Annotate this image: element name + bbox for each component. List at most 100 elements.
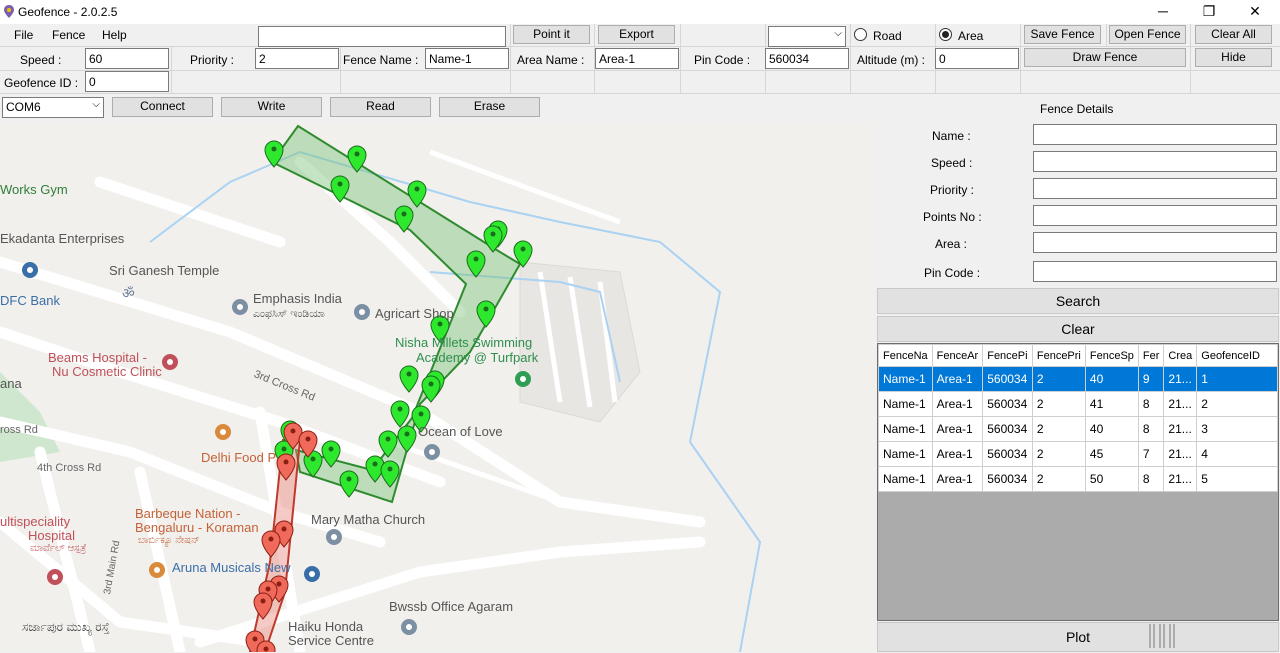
open-fence-button[interactable]: Open Fence xyxy=(1109,25,1186,44)
column-header[interactable]: Crea xyxy=(1163,344,1198,367)
detail-points-input[interactable] xyxy=(1033,205,1277,226)
area-name-input[interactable] xyxy=(595,48,679,69)
detail-area-input[interactable] xyxy=(1033,232,1277,253)
plot-button[interactable]: Plot xyxy=(877,622,1279,652)
geofence-id-label: Geofence ID : xyxy=(4,76,79,90)
fence-table[interactable]: FenceNa FenceAr FencePi FencePri FenceSp… xyxy=(877,343,1279,621)
menu-help[interactable]: Help xyxy=(102,28,127,42)
pin-dot-icon xyxy=(385,436,391,442)
column-header[interactable]: FencePi xyxy=(982,344,1033,367)
detail-priority-input[interactable] xyxy=(1033,178,1277,199)
com-port-select[interactable]: COM6 ⌵ xyxy=(2,97,104,118)
detail-name-input[interactable] xyxy=(1033,124,1277,145)
table-cell: 21... xyxy=(1163,391,1198,417)
map-pin-icon[interactable] xyxy=(347,145,367,173)
menu-file[interactable]: File xyxy=(14,28,33,42)
column-header[interactable]: FenceAr xyxy=(931,344,984,367)
resize-grip-icon xyxy=(1146,622,1178,650)
table-cell: 21... xyxy=(1163,416,1198,442)
map-pin-icon[interactable] xyxy=(513,240,533,268)
column-header[interactable]: FenceNa xyxy=(878,344,933,367)
map-pin-icon[interactable] xyxy=(276,453,296,481)
point-it-button[interactable]: Point it xyxy=(513,25,590,44)
map-pin-icon[interactable] xyxy=(466,250,486,278)
map-label: Barbeque Nation - xyxy=(135,506,241,521)
map-label: Works Gym xyxy=(0,182,68,197)
detail-speed-input[interactable] xyxy=(1033,151,1277,172)
map-pin-icon[interactable] xyxy=(339,470,359,498)
pin-dot-icon xyxy=(263,646,269,652)
map-pin-icon[interactable] xyxy=(399,365,419,393)
column-header[interactable]: Fer xyxy=(1137,344,1165,367)
points-no-label: Points No : xyxy=(923,210,982,224)
map-pin-icon[interactable] xyxy=(253,592,273,620)
table-row[interactable]: Name-1 Area-1 560034 2 50 8 21... 5 xyxy=(878,466,1278,492)
read-button[interactable]: Read xyxy=(330,97,431,117)
map-label: ana xyxy=(0,376,22,391)
table-row[interactable]: Name-1 Area-1 560034 2 41 8 21... 2 xyxy=(878,391,1278,417)
map-pin-icon[interactable] xyxy=(264,140,284,168)
geofence-id-input[interactable] xyxy=(85,71,169,92)
search-input[interactable] xyxy=(258,26,506,47)
column-header[interactable]: GeofenceID xyxy=(1196,344,1278,367)
map-pin-icon[interactable] xyxy=(390,400,410,428)
column-header[interactable]: FencePri xyxy=(1031,344,1086,367)
map-pin-icon[interactable] xyxy=(380,460,400,488)
pin-dot-icon xyxy=(276,581,282,587)
table-cell: 4 xyxy=(1196,441,1278,467)
table-row[interactable]: Name-1 Area-1 560034 2 40 9 21... 1 xyxy=(878,366,1278,392)
search-button[interactable]: Search xyxy=(877,288,1279,314)
table-row[interactable]: Name-1 Area-1 560034 2 40 8 21... 3 xyxy=(878,416,1278,442)
map-label: Aruna Musicals New xyxy=(172,560,291,575)
table-cell: 21... xyxy=(1163,466,1198,492)
maximize-button[interactable]: ❐ xyxy=(1186,0,1232,24)
erase-button[interactable]: Erase xyxy=(439,97,540,117)
close-button[interactable]: ✕ xyxy=(1232,0,1278,24)
column-header[interactable]: FenceSp xyxy=(1084,344,1139,367)
clear-button[interactable]: Clear xyxy=(877,316,1279,342)
priority-label: Priority : xyxy=(190,53,235,67)
toolbar-separator xyxy=(0,70,1280,71)
table-row[interactable]: Name-1 Area-1 560034 2 45 7 21... 4 xyxy=(878,441,1278,467)
chevron-down-icon: ⌵ xyxy=(834,28,842,39)
write-button[interactable]: Write xyxy=(221,97,322,117)
export-button[interactable]: Export xyxy=(598,25,675,44)
map-label: Delhi Food P xyxy=(201,450,277,465)
map-view[interactable]: Works Gym Ekadanta Enterprises Sri Ganes… xyxy=(0,122,876,652)
table-cell: 7 xyxy=(1137,441,1165,467)
map-pin-icon[interactable] xyxy=(321,440,341,468)
minimize-button[interactable]: ─ xyxy=(1140,0,1186,24)
type-dropdown[interactable]: ⌵ xyxy=(768,26,846,47)
map-label: Beams Hospital - xyxy=(48,350,147,365)
map-pin-icon[interactable] xyxy=(330,175,350,203)
map-pin-icon[interactable] xyxy=(421,375,441,403)
map-label: ross Rd xyxy=(0,424,38,436)
map-pin-icon[interactable] xyxy=(261,530,281,558)
pin-code-input[interactable] xyxy=(765,48,849,69)
map-pin-icon[interactable] xyxy=(394,205,414,233)
map-pin-icon[interactable] xyxy=(407,180,427,208)
clear-all-button[interactable]: Clear All xyxy=(1195,25,1272,44)
draw-fence-button[interactable]: Draw Fence xyxy=(1024,48,1186,67)
map-pin-icon[interactable] xyxy=(397,425,417,453)
speed-label: Speed : xyxy=(20,53,62,67)
place-marker-dot-icon xyxy=(27,267,33,273)
map-pin-icon[interactable] xyxy=(378,430,398,458)
pin-dot-icon xyxy=(387,466,393,472)
altitude-input[interactable] xyxy=(935,48,1019,69)
detail-pin-code-input[interactable] xyxy=(1033,261,1277,282)
menu-fence[interactable]: Fence xyxy=(52,28,85,42)
area-radio[interactable] xyxy=(939,28,952,41)
app-icon xyxy=(4,5,14,18)
hide-button[interactable]: Hide xyxy=(1195,48,1272,67)
fence-name-input[interactable] xyxy=(425,48,509,69)
speed-input[interactable] xyxy=(85,48,169,69)
map-label: ಬಾರ್ಬಿಕ್ಯೂ ನೇಷನ್ xyxy=(138,535,200,546)
priority-input[interactable] xyxy=(255,48,339,69)
connect-button[interactable]: Connect xyxy=(112,97,213,117)
map-pin-icon[interactable] xyxy=(476,300,496,328)
place-marker-dot-icon xyxy=(237,304,243,310)
road-radio[interactable] xyxy=(854,28,867,41)
save-fence-button[interactable]: Save Fence xyxy=(1024,25,1101,44)
map-pin-icon[interactable] xyxy=(483,225,503,253)
